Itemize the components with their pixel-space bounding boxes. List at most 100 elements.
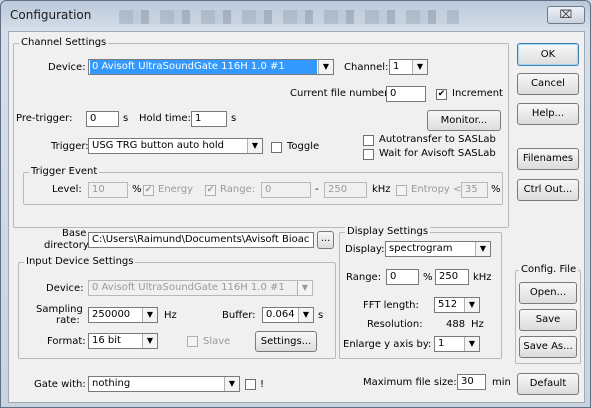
energy-label: Energy (158, 184, 194, 195)
slave-label: Slave (203, 336, 231, 347)
title-bar-background-blur (119, 10, 459, 24)
input-device-select-value: 0 Avisoft UltraSoundGate 116H 1.0 #1 (92, 282, 285, 293)
display-select[interactable]: spectrogram ▼ (385, 241, 491, 257)
chevron-down-icon: ▼ (318, 60, 333, 74)
channel-select-value: 1 (393, 61, 400, 72)
entropy-input[interactable]: 35 (461, 182, 488, 198)
trigger-select-value: USG TRG button auto hold (92, 140, 225, 151)
energy-checkbox[interactable]: ✔ (143, 185, 154, 196)
sampling-rate-unit: Hz (164, 310, 177, 321)
chevron-down-icon: ▼ (475, 242, 490, 256)
ok-button[interactable]: OK (517, 43, 579, 66)
channel-select[interactable]: 1 ▼ (389, 59, 428, 75)
chevron-down-icon: ▼ (142, 308, 157, 322)
buffer-label: Buffer: (222, 310, 256, 321)
hold-time-label: Hold time: (139, 113, 191, 124)
chevron-down-icon: ▼ (298, 308, 313, 322)
dialog-client-area: Channel Settings Device: 0 Avisoft Ultra… (8, 31, 585, 403)
enlarge-y-axis-label: Enlarge y axis by: (343, 339, 432, 350)
current-file-number-label: Current file number: (290, 88, 392, 99)
channel-label: Channel: (344, 62, 389, 73)
filenames-button[interactable]: Filenames (517, 148, 579, 170)
toggle-label: Toggle (287, 141, 320, 152)
buffer-value: 0.064 (266, 309, 295, 320)
configuration-window: Configuration ⌧ Channel Settings Device:… (0, 0, 591, 408)
config-file-legend: Config. File (519, 264, 579, 275)
input-device-settings-legend: Input Device Settings (24, 256, 136, 267)
slave-checkbox[interactable] (187, 336, 198, 347)
cancel-button[interactable]: Cancel (517, 73, 579, 95)
resolution-value: 488 (446, 319, 466, 330)
base-directory-input[interactable]: C:\Users\Raimund\Documents\Avisoft Bioac (88, 232, 314, 248)
increment-label: Increment (452, 88, 503, 99)
title-bar[interactable]: Configuration ⌧ (1, 1, 590, 31)
device-select[interactable]: 0 Avisoft UltraSoundGate 116H 1.0 #1 ▼ (88, 59, 334, 75)
display-label: Display: (345, 244, 385, 255)
entropy-checkbox[interactable] (396, 185, 407, 196)
gate-with-select[interactable]: nothing ▼ (88, 376, 240, 392)
toggle-checkbox[interactable] (271, 142, 282, 153)
resolution-unit: Hz (471, 319, 484, 330)
display-range-label: Range: (346, 272, 382, 283)
help-button[interactable]: Help... (517, 103, 579, 125)
config-save-as-button[interactable]: Save As... (519, 336, 577, 358)
increment-checkbox[interactable]: ✔ (436, 89, 447, 100)
sampling-rate-label-line1: Sampling (36, 304, 83, 315)
fft-length-label: FFT length: (363, 300, 419, 311)
trigger-range-to-input[interactable]: 250 (324, 182, 367, 198)
autotransfer-checkbox[interactable] (363, 135, 374, 146)
hold-time-unit: s (231, 113, 237, 124)
display-range-percent: % (423, 272, 433, 283)
device-label: Device: (48, 62, 86, 73)
display-range-from-input[interactable]: 0 (386, 269, 419, 285)
max-file-size-input[interactable]: 30 (457, 374, 486, 390)
range-checkbox[interactable]: ✔ (205, 185, 216, 196)
input-device-select[interactable]: 0 Avisoft UltraSoundGate 116H 1.0 #1 ▼ (88, 280, 313, 296)
chevron-down-icon: ▼ (247, 139, 262, 153)
trigger-select[interactable]: USG TRG button auto hold ▼ (88, 138, 263, 154)
resolution-label: Resolution: (367, 319, 423, 330)
base-directory-label-line2: directory: (44, 240, 92, 251)
format-label: Format: (47, 336, 86, 347)
trigger-khz-unit: kHz (372, 184, 391, 195)
format-select[interactable]: 16 bit ▼ (88, 333, 158, 349)
hold-time-input[interactable]: 1 (191, 111, 227, 127)
pretrigger-unit: s (123, 113, 129, 124)
entropy-percent: % (491, 184, 501, 195)
enlarge-y-axis-select[interactable]: 1 ▼ (434, 336, 480, 352)
device-settings-button[interactable]: Settings... (255, 331, 317, 352)
display-range-to-input[interactable]: 250 (435, 269, 469, 285)
enlarge-y-axis-value: 1 (438, 338, 445, 349)
fft-length-value: 512 (438, 299, 458, 310)
wait-for-saslab-label: Wait for Avisoft SASLab (379, 148, 496, 159)
config-save-button[interactable]: Save (519, 309, 577, 331)
fft-length-select[interactable]: 512 ▼ (434, 297, 480, 313)
pretrigger-label: Pre-trigger: (16, 113, 73, 124)
pretrigger-input[interactable]: 0 (86, 111, 119, 127)
browse-directory-button[interactable]: ... (317, 231, 334, 249)
chevron-down-icon: ▼ (297, 281, 312, 295)
format-value: 16 bit (92, 335, 121, 346)
wait-for-saslab-checkbox[interactable] (363, 149, 374, 160)
gate-with-value: nothing (92, 378, 131, 389)
gate-invert-checkbox[interactable] (245, 379, 256, 390)
config-open-button[interactable]: Open... (519, 282, 577, 304)
max-file-size-unit: min (492, 377, 511, 388)
ctrl-out-button[interactable]: Ctrl Out... (517, 179, 579, 201)
level-input[interactable]: 10 (88, 182, 128, 198)
close-button[interactable]: ⌧ (547, 6, 585, 24)
buffer-select[interactable]: 0.064 ▼ (262, 307, 314, 323)
default-button[interactable]: Default (517, 373, 579, 395)
channel-settings-legend: Channel Settings (19, 37, 109, 48)
chevron-down-icon: ▼ (412, 60, 427, 74)
buffer-unit: s (318, 310, 324, 321)
trigger-label: Trigger: (51, 141, 89, 152)
current-file-number-input[interactable]: 0 (386, 86, 426, 102)
sampling-rate-value: 250000 (92, 309, 131, 320)
range-label: Range: (220, 184, 256, 195)
window-title: Configuration (10, 8, 92, 22)
range-dash: - (315, 184, 319, 195)
trigger-range-from-input[interactable]: 0 (261, 182, 311, 198)
monitor-button[interactable]: Monitor... (427, 110, 501, 131)
sampling-rate-select[interactable]: 250000 ▼ (88, 307, 158, 323)
